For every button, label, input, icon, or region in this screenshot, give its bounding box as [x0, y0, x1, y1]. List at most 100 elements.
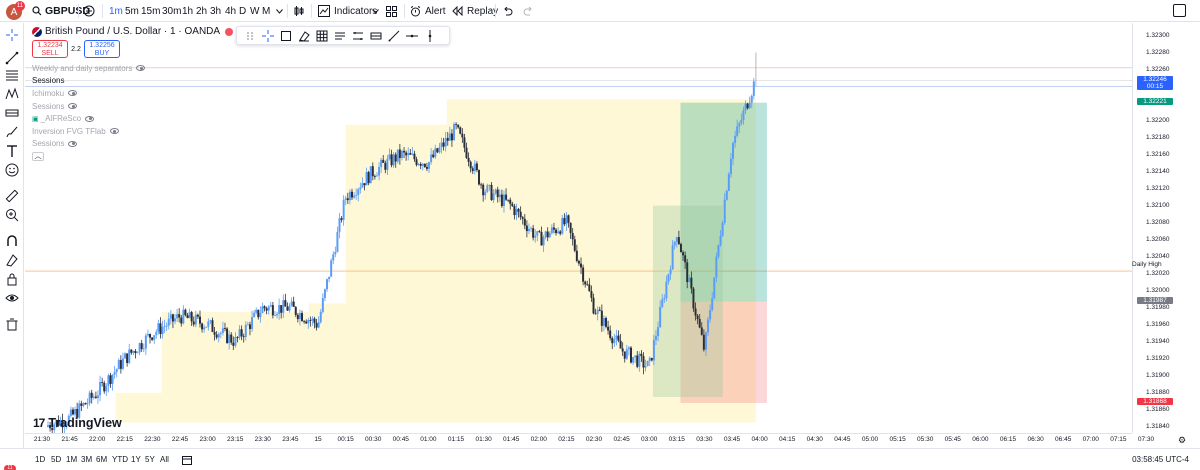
range-5y[interactable]: 5Y	[145, 455, 155, 464]
candle-body	[130, 349, 133, 353]
symbol-search[interactable]: GBPUSD	[32, 4, 90, 18]
lock-icon[interactable]	[4, 271, 20, 287]
utc-clock[interactable]: 03:58:45 UTC-4	[1132, 455, 1189, 464]
goto-date-icon[interactable]	[182, 455, 192, 467]
lines-icon[interactable]	[349, 28, 367, 43]
candle-body	[492, 193, 495, 201]
gear-icon[interactable]: ⚙	[1178, 435, 1186, 446]
timeframe-dropdown[interactable]	[276, 4, 283, 18]
text-icon[interactable]	[4, 143, 20, 159]
timeframe-30m[interactable]: 30m	[162, 4, 181, 18]
candle-body	[340, 218, 343, 220]
price-axis[interactable]: 1.323001.322801.322601.322401.322201.322…	[1132, 23, 1200, 433]
layouts-button[interactable]	[386, 4, 397, 18]
eye-icon[interactable]	[136, 65, 146, 72]
pattern-icon[interactable]	[4, 86, 20, 102]
candle-body	[278, 305, 281, 314]
compare-button[interactable]	[83, 4, 95, 18]
range-1y[interactable]: 1Y	[131, 455, 141, 464]
candle-body	[253, 312, 256, 318]
eraser-icon[interactable]	[295, 28, 313, 43]
chart-canvas[interactable]	[25, 23, 1132, 433]
candle-body	[607, 326, 610, 331]
brush-icon[interactable]	[4, 124, 20, 140]
candle-body	[592, 297, 595, 314]
list-icon[interactable]	[331, 28, 349, 43]
indicator-row[interactable]: Sessions	[32, 75, 145, 88]
range-1d[interactable]: 1D	[35, 455, 45, 464]
timeframe-m[interactable]: M	[262, 4, 270, 18]
legend-title-row[interactable]: British Pound / U.S. Dollar · 1 · OANDA	[32, 26, 234, 37]
timeframe-2h[interactable]: 2h	[196, 4, 207, 18]
timeframe-4h[interactable]: 4h	[225, 4, 236, 18]
sell-button[interactable]: 1.32234 SELL	[32, 40, 68, 58]
grid-icon[interactable]	[313, 28, 331, 43]
timeframe-w[interactable]: W	[250, 4, 259, 18]
range-1m[interactable]: 1M	[66, 455, 77, 464]
collapse-legend-button[interactable]: ︿	[32, 152, 44, 162]
candle-body	[240, 329, 243, 337]
buy-button[interactable]: 1.32256 BUY	[84, 40, 120, 58]
candle-body	[523, 218, 526, 226]
alert-button[interactable]: Alert	[410, 4, 446, 18]
timeframe-3h[interactable]: 3h	[210, 4, 221, 18]
timeframe-15m[interactable]: 15m	[141, 4, 160, 18]
candle-body	[461, 133, 464, 138]
hline-icon[interactable]	[403, 28, 421, 43]
eye-icon[interactable]	[68, 90, 78, 97]
indicator-row[interactable]: Ichimoku	[32, 87, 145, 100]
range-6m[interactable]: 6M	[96, 455, 107, 464]
range-ytd[interactable]: YTD	[112, 455, 128, 464]
indicators-dropdown[interactable]	[372, 4, 379, 18]
time-axis[interactable]: 21:30 21:45 22:00 22:15 22:30 22:45 23:00 23:15…	[25, 433, 1154, 447]
eye-icon[interactable]	[68, 140, 78, 147]
timeframe-1m[interactable]: 1m	[109, 4, 123, 18]
indicator-row[interactable]: Weekly and daily separators	[32, 62, 146, 75]
indicator-row[interactable]: Sessions	[32, 138, 145, 151]
candle-body	[704, 332, 707, 350]
emoji-icon[interactable]	[4, 162, 20, 178]
candle-body	[71, 409, 74, 415]
indicator-row[interactable]: Inversion FVG TFlab	[32, 125, 145, 138]
timeframe-5m[interactable]: 5m	[125, 4, 139, 18]
replay-button[interactable]: Replay	[452, 4, 498, 18]
range-icon[interactable]	[367, 28, 385, 43]
timeframe-d[interactable]: D	[239, 4, 246, 18]
range-all[interactable]: All	[160, 455, 169, 464]
crosshair-icon[interactable]	[4, 27, 20, 43]
redo-button[interactable]	[523, 4, 534, 18]
timeframe-1h[interactable]: 1h	[182, 4, 193, 18]
magnet-icon[interactable]	[4, 233, 20, 249]
rect-select-icon[interactable]	[277, 28, 295, 43]
eye-icon[interactable]	[109, 128, 119, 135]
indicators-button[interactable]: Indicators	[318, 4, 377, 18]
range-5d[interactable]: 5D	[51, 455, 61, 464]
measure-icon[interactable]	[4, 105, 20, 121]
fullscreen-icon[interactable]	[1173, 4, 1186, 17]
chart-type-button[interactable]	[293, 4, 305, 18]
range-3m[interactable]: 3M	[81, 455, 92, 464]
trash-icon[interactable]	[4, 316, 20, 332]
vline-icon[interactable]	[421, 28, 439, 43]
candle-body	[550, 227, 553, 234]
indicator-row[interactable]: Sessions	[32, 100, 145, 113]
price-tick-label: 1.32120	[1146, 184, 1170, 192]
indicator-row[interactable]: ▣ _AlFReSco	[32, 112, 145, 125]
ray-icon[interactable]	[385, 28, 403, 43]
eye-icon[interactable]	[4, 290, 20, 306]
ruler-icon[interactable]	[4, 188, 20, 204]
eye-icon[interactable]	[68, 103, 78, 110]
zoom-icon[interactable]	[4, 207, 20, 223]
undo-button[interactable]	[502, 4, 513, 18]
candle-body	[415, 159, 418, 165]
drag-handle-icon[interactable]	[241, 28, 259, 43]
candle-body	[671, 245, 674, 270]
candle-body	[584, 281, 587, 285]
trendline-icon[interactable]	[4, 50, 20, 66]
lock-drawing-icon[interactable]	[4, 252, 20, 268]
crosshair-icon[interactable]	[259, 28, 277, 43]
price-chart[interactable]	[25, 23, 1132, 433]
fib-icon[interactable]	[4, 67, 20, 83]
candle-body	[388, 154, 391, 159]
eye-icon[interactable]	[85, 115, 95, 122]
